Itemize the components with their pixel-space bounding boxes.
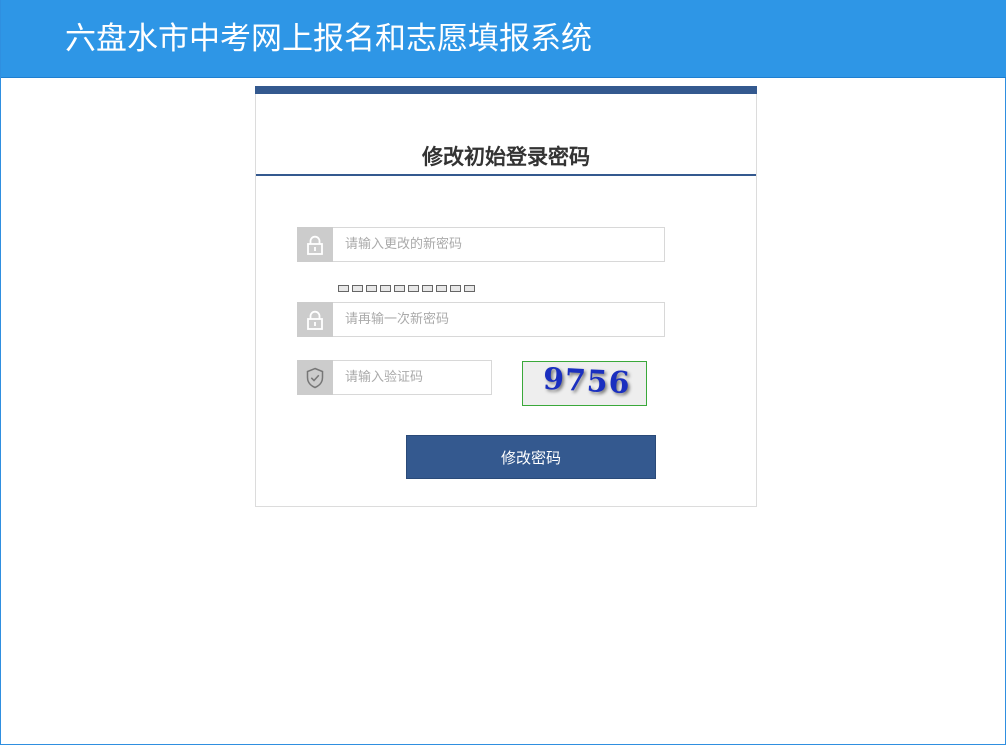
new-password-field <box>297 227 665 262</box>
form-title: 修改初始登录密码 <box>422 145 590 169</box>
lock-icon <box>297 227 333 262</box>
confirm-password-field <box>297 302 665 337</box>
shield-check-icon <box>297 360 333 395</box>
strength-segment <box>380 285 391 292</box>
change-password-button[interactable]: 修改密码 <box>406 435 656 479</box>
system-title: 六盘水市中考网上报名和志愿填报系统 <box>65 21 592 57</box>
captcha-input[interactable] <box>333 361 491 394</box>
new-password-input[interactable] <box>333 228 664 261</box>
strength-segment <box>422 285 433 292</box>
strength-segment <box>464 285 475 292</box>
strength-segment <box>366 285 377 292</box>
strength-segment <box>338 285 349 292</box>
strength-segment <box>352 285 363 292</box>
card-accent-bar <box>255 86 757 94</box>
captcha-code: 9756 <box>542 361 632 402</box>
confirm-password-input[interactable] <box>333 303 664 336</box>
password-strength-meter <box>338 285 475 292</box>
strength-segment <box>436 285 447 292</box>
lock-icon <box>297 302 333 337</box>
strength-segment <box>394 285 405 292</box>
captcha-field <box>297 360 492 395</box>
strength-segment <box>408 285 419 292</box>
header-bar: 六盘水市中考网上报名和志愿填报系统 <box>1 0 1006 78</box>
change-password-card: 修改初始登录密码 请输入验证码 9756 修改密码 <box>255 86 757 507</box>
strength-segment <box>450 285 461 292</box>
captcha-image[interactable]: 9756 <box>522 361 647 406</box>
page: 六盘水市中考网上报名和志愿填报系统 修改初始登录密码 请输入验证码 9756 修… <box>0 0 1006 745</box>
title-divider <box>256 174 756 176</box>
